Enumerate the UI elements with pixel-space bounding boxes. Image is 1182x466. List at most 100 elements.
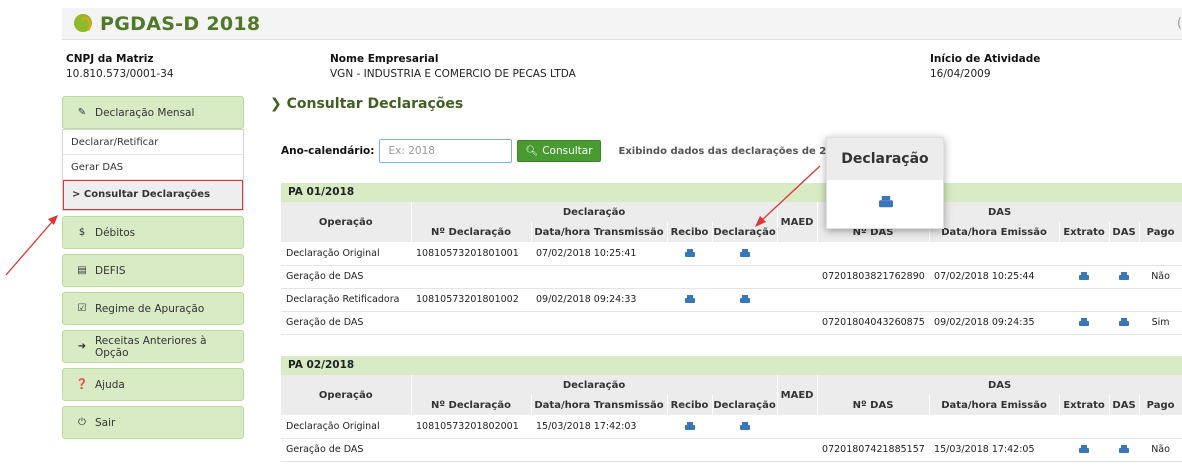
col-data-transmissao: Data/hora Transmissão <box>531 395 668 415</box>
cell-das <box>1109 415 1140 439</box>
recibo-print-icon[interactable] <box>684 295 695 304</box>
cell-das <box>1109 311 1140 335</box>
cell-data-transmissao: 09/02/2018 09:24:33 <box>531 288 667 312</box>
cell-n-das <box>817 288 930 312</box>
col-recibo: Recibo <box>667 222 713 242</box>
page: PGDAS-D 2018 ( CNPJ da Matriz 10.810.573… <box>0 0 1182 466</box>
table-row: Geração de DAS 07201804043260875 09/02/201… <box>281 311 1182 335</box>
cell-extrato <box>1059 288 1110 312</box>
cell-extrato <box>1059 265 1110 289</box>
recibo-print-icon[interactable] <box>684 248 695 258</box>
cell-das <box>1109 242 1140 266</box>
cell-n-declaracao: 10810573201801002 <box>411 288 531 312</box>
declarations-table: Operação Declaração MAED DAS Nº Declaração Da… <box>281 375 1182 462</box>
das-print-icon[interactable] <box>1119 445 1130 454</box>
company-name-label: Nome Empresarial <box>330 53 439 65</box>
cell-recibo <box>667 265 712 289</box>
search-row: Ano-calendário: 🔍︎ Consultar Exibindo da… <box>281 139 851 163</box>
declaracao-mensal-submenu: Declarar/Retificar Gerar DAS > Consultar… <box>62 129 244 211</box>
sidebar-item-regime-apuracao[interactable]: ☑ Regime de Apuração <box>62 292 244 325</box>
cell-declaracao <box>712 415 778 439</box>
sidebar-item-label: Sair <box>95 416 116 429</box>
recibo-print-icon[interactable] <box>684 421 695 431</box>
cell-data-transmissao <box>531 438 667 462</box>
cell-data-emissao: 09/02/2018 09:24:35 <box>929 311 1060 335</box>
declaracao-print-icon[interactable] <box>739 421 750 431</box>
cell-declaracao <box>712 311 778 335</box>
pencil-icon: ✎ <box>77 107 87 118</box>
col-pago: Pago <box>1139 222 1182 242</box>
start-date-label: Início de Atividade <box>930 53 1041 65</box>
cell-declaracao <box>712 265 778 289</box>
cell-das <box>1109 265 1140 289</box>
col-declaracao: Declaração <box>712 222 778 242</box>
cell-pago: Não <box>1139 265 1182 289</box>
cell-n-das <box>817 242 930 266</box>
table-row: Declaração Retificadora 10810573201801002… <box>281 288 1182 312</box>
search-icon: 🔍︎ <box>525 145 539 157</box>
extrato-print-icon[interactable] <box>1079 445 1090 454</box>
sidebar-item-declaracao-mensal[interactable]: ✎ Declaração Mensal <box>62 96 244 129</box>
declaracao-print-icon[interactable] <box>739 295 750 304</box>
cell-das <box>1109 288 1140 312</box>
sidebar-item-ajuda[interactable]: ❓ Ajuda <box>62 368 244 401</box>
das-print-icon[interactable] <box>1119 272 1130 281</box>
showing-text: Exibindo dados das declarações de 2018. <box>618 145 851 157</box>
cell-data-emissao <box>929 415 1060 439</box>
print-icon <box>879 196 893 209</box>
cell-n-das: 07201803821762890 <box>817 265 930 289</box>
company-name-value: VGN - INDUSTRIA E COMERCIO DE PECAS LTDA <box>330 68 576 80</box>
col-data-emissao: Data/hora Emissão <box>929 395 1060 415</box>
edit-box-icon: ☑ <box>77 303 87 314</box>
submenu-item-declarar-retificar[interactable]: Declarar/Retificar <box>63 130 243 155</box>
sidebar-item-label: Regime de Apuração <box>95 302 205 315</box>
extrato-print-icon[interactable] <box>1079 272 1090 281</box>
col-group-das: DAS <box>817 375 1182 395</box>
col-data-transmissao: Data/hora Transmissão <box>531 222 668 242</box>
cell-n-declaracao <box>411 311 531 335</box>
sidebar-item-receitas-anteriores[interactable]: ➜ Receitas Anteriores à Opção <box>62 330 244 363</box>
cell-extrato <box>1059 311 1110 335</box>
cell-declaracao <box>712 288 778 312</box>
page-title-text: Consultar Declarações <box>286 96 464 112</box>
col-group-declaracao: Declaração <box>411 202 778 222</box>
year-input[interactable] <box>379 139 513 163</box>
submenu-item-gerar-das[interactable]: Gerar DAS <box>63 155 243 180</box>
period-header: PA 01/2018 <box>281 183 1182 202</box>
table-row: Declaração Original 10810573201802001 15/0… <box>281 415 1182 439</box>
company-name-block: Nome Empresarial VGN - INDUSTRIA E COMER… <box>330 53 576 80</box>
top-bar: PGDAS-D 2018 ( <box>62 8 1182 40</box>
col-das: DAS <box>1109 222 1140 242</box>
chevron-right-icon: ❯ <box>270 96 282 112</box>
cell-recibo <box>667 438 712 462</box>
declaracao-print-icon[interactable] <box>739 248 750 258</box>
consultar-button[interactable]: 🔍︎ Consultar <box>517 140 601 162</box>
sidebar-item-debitos[interactable]: $ Débitos <box>62 216 244 249</box>
col-group-declaracao: Declaração <box>411 375 778 395</box>
extrato-print-icon[interactable] <box>1079 318 1090 327</box>
das-print-icon[interactable] <box>1119 318 1130 327</box>
col-extrato: Extrato <box>1059 222 1110 242</box>
table-row: Declaração Original 10810573201801001 07/0… <box>281 242 1182 266</box>
sidebar-item-sair[interactable]: ⏻ Sair <box>62 406 244 439</box>
cell-maed <box>777 311 818 335</box>
sidebar: ✎ Declaração Mensal Declarar/Retificar G… <box>62 96 244 444</box>
col-recibo: Recibo <box>667 395 713 415</box>
cell-pago: Não <box>1139 438 1182 462</box>
cell-n-declaracao: 10810573201801001 <box>411 242 531 266</box>
submenu-item-consultar-declaracoes[interactable]: > Consultar Declarações <box>63 180 243 210</box>
cell-recibo <box>667 288 712 312</box>
cell-declaracao <box>712 242 778 266</box>
cell-pago <box>1139 288 1182 312</box>
sidebar-item-defis[interactable]: ▤ DEFIS <box>62 254 244 287</box>
cell-data-transmissao: 15/03/2018 17:42:03 <box>531 415 667 439</box>
dollar-icon: $ <box>78 227 86 238</box>
cnpj-block: CNPJ da Matriz 10.810.573/0001-34 <box>66 53 174 80</box>
cnpj-value: 10.810.573/0001-34 <box>66 68 174 80</box>
cell-extrato <box>1059 415 1110 439</box>
cell-extrato <box>1059 242 1110 266</box>
cell-operacao: Geração de DAS <box>281 265 411 289</box>
arrow-line-sidebar <box>5 221 53 276</box>
col-data-emissao: Data/hora Emissão <box>929 222 1060 242</box>
cell-data-emissao <box>929 242 1060 266</box>
